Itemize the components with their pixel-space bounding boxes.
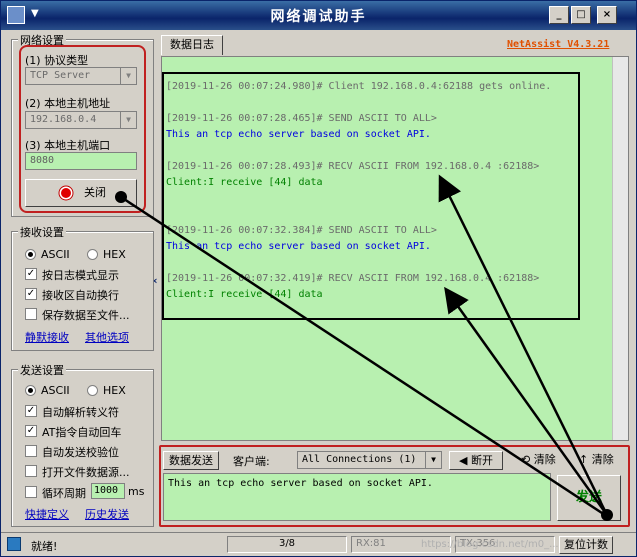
status-bar: 就绪! 3/8 RX:81 TX:356 复位计数 https://blog.c… [1,532,636,556]
port-input[interactable]: 8080 [25,152,137,170]
tab-data-log[interactable]: 数据日志 [161,35,223,55]
send-input[interactable]: This an tcp echo server based on socket … [163,473,551,521]
close-window-button[interactable]: × [597,6,617,24]
clear-all-button[interactable]: ↑ 清除 [579,451,614,470]
file-source-checkbox[interactable] [25,465,37,477]
send-history-link[interactable]: 历史发送 [85,506,129,522]
checksum-label: 自动发送校验位 [42,446,119,459]
status-text: 就绪! [31,540,58,553]
host-label: (2) 本地主机地址 [25,97,111,110]
auto-wrap-checkbox[interactable]: ✓ [25,288,37,300]
at-return-label: AT指令自动回车 [42,426,122,439]
receive-hex-label: HEX [103,248,126,261]
disconnect-label: 断开 [470,454,493,467]
disconnect-button[interactable]: ◀ 断开 [449,451,503,470]
clear-send-button[interactable]: ⟲ 清除 [521,451,556,470]
data-log-panel[interactable]: [2019-11-26 00:07:24.980]# Client 192.16… [161,56,629,441]
send-ascii-label: ASCII [41,384,70,397]
chevron-down-icon[interactable]: ▼ [425,452,441,468]
status-icon [7,537,21,551]
maximize-button[interactable]: □ [571,6,591,24]
minimize-button[interactable]: _ [549,6,569,24]
client-select[interactable]: All Connections (1) ▼ [297,451,442,469]
port-label: (3) 本地主机端口 [25,139,111,152]
collapse-panel-icon[interactable]: ‹ [153,274,158,287]
log-mode-checkbox[interactable]: ✓ [25,268,37,280]
loop-checkbox[interactable] [25,486,37,498]
up-arrow-icon: ↑ [579,453,589,466]
receive-hex-radio[interactable] [87,249,98,260]
protocol-label: (1) 协议类型 [25,54,89,67]
highlight-log-box [162,72,580,320]
watermark-text: https://blog.csdn.net/m0_... [421,539,559,550]
window-title: 网络调试助手 [270,9,367,25]
silent-receive-link[interactable]: 静默接收 [25,329,69,345]
clear-all-label: 清除 [591,453,614,466]
at-return-checkbox[interactable]: ✓ [25,425,37,437]
escape-checkbox[interactable]: ✓ [25,405,37,417]
status-count: 3/8 [227,536,347,553]
title-bar[interactable]: ▼ 网络调试助手 _ □ × [1,1,636,30]
chevron-down-icon[interactable]: ▼ [120,68,136,84]
save-to-file-label: 保存数据至文件... [42,309,130,322]
file-source-label: 打开文件数据源... [42,466,130,479]
client-label: 客户端: [233,455,270,468]
other-options-link[interactable]: 其他选项 [85,329,129,345]
loop-label: 循环周期 [42,487,86,500]
loop-unit-label: ms [128,485,145,498]
close-connection-button[interactable]: 关闭 [25,179,137,207]
shortcut-define-link[interactable]: 快捷定义 [25,506,69,522]
log-scrollbar[interactable] [612,57,628,440]
protocol-select[interactable]: TCP Server ▼ [25,67,137,85]
connection-indicator-icon [58,185,74,201]
send-ascii-radio[interactable] [25,385,36,396]
tab-data-send[interactable]: 数据发送 [163,451,219,470]
back-arrow-icon: ◀ [459,454,468,467]
loop-period-input[interactable]: 1000 [91,483,125,499]
send-hex-radio[interactable] [87,385,98,396]
send-settings-title: 发送设置 [18,362,66,378]
send-hex-label: HEX [103,384,126,397]
clear-send-label: 清除 [533,453,556,466]
host-value: 192.168.0.4 [30,114,97,125]
log-mode-label: 按日志模式显示 [42,269,119,282]
clear-icon: ⟲ [521,453,531,466]
receive-ascii-radio[interactable] [25,249,36,260]
save-to-file-checkbox[interactable] [25,308,37,320]
chevron-down-icon[interactable]: ▼ [120,112,136,128]
host-select[interactable]: 192.168.0.4 ▼ [25,111,137,129]
reset-count-button[interactable]: 复位计数 [559,536,613,554]
brand-label: NetAssist V4.3.21 [507,39,610,50]
close-connection-label: 关闭 [84,186,106,199]
receive-settings-title: 接收设置 [18,224,66,240]
receive-ascii-label: ASCII [41,248,70,261]
client-value: All Connections (1) [302,454,417,465]
checksum-checkbox[interactable] [25,445,37,457]
app-window: ▼ 网络调试助手 _ □ × 网络设置 (1) 协议类型 TCP Server … [0,0,637,557]
protocol-value: TCP Server [30,70,91,81]
send-button[interactable]: 发送 [557,475,621,521]
auto-wrap-label: 接收区自动换行 [42,289,119,302]
escape-label: 自动解析转义符 [42,406,119,419]
